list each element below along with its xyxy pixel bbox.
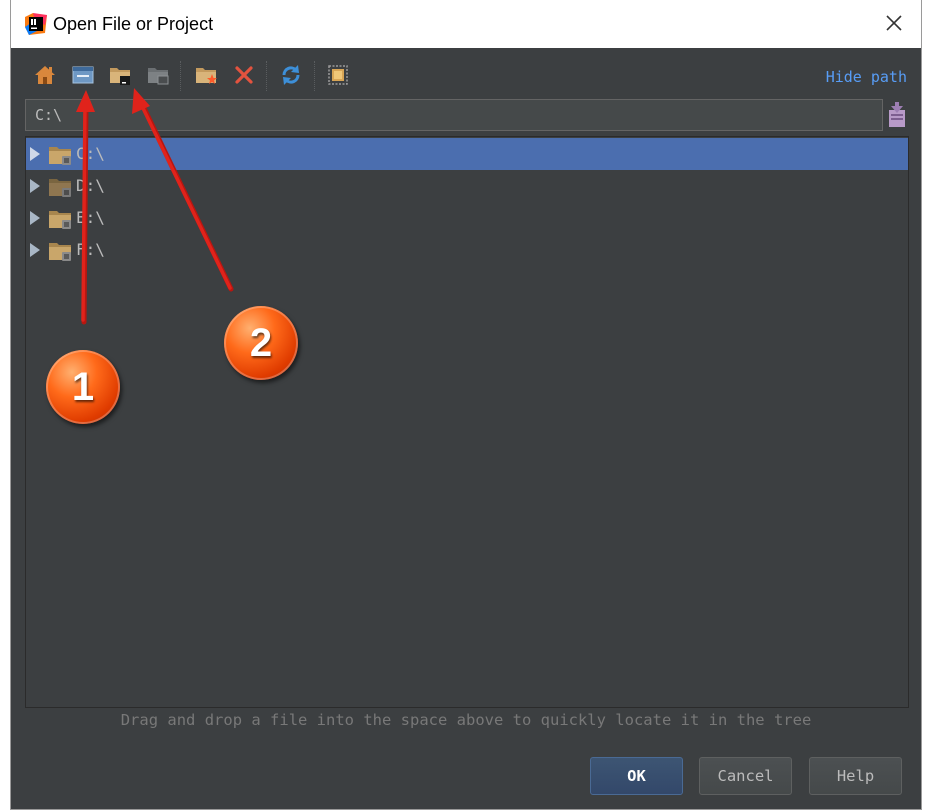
arrow-2 [132, 88, 234, 292]
annotation-arrows [76, 88, 234, 325]
annotation-badge-1: 1 [46, 350, 120, 424]
annotation-badge-2: 2 [224, 306, 298, 380]
arrow-1 [76, 90, 95, 325]
